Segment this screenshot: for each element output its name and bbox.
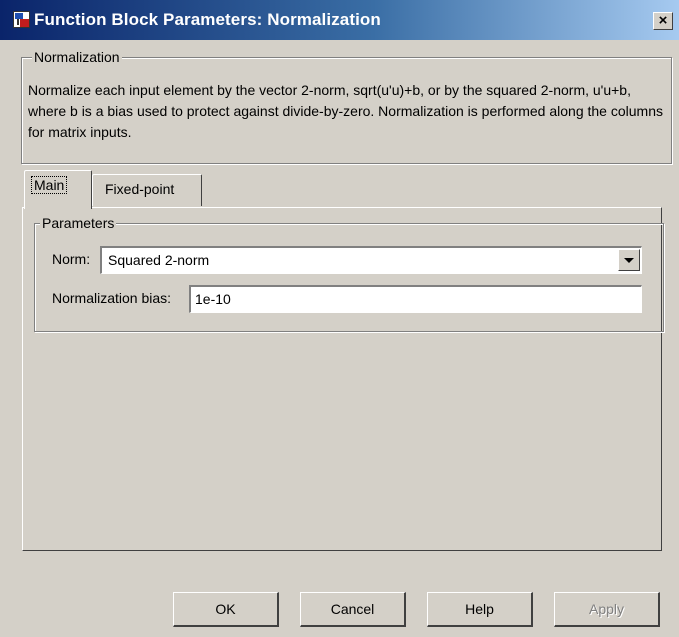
norm-selected-value: Squared 2-norm	[108, 252, 210, 268]
tab-fixed-point-label: Fixed-point	[105, 181, 175, 197]
normalization-bias-label: Normalization bias:	[52, 290, 172, 306]
ok-button[interactable]: OK	[173, 592, 279, 627]
block-description: Normalize each input element by the vect…	[28, 82, 663, 140]
apply-button[interactable]: Apply	[554, 592, 660, 627]
dialog-window: Function Block Parameters: Normalization…	[0, 0, 679, 637]
normalization-bias-input[interactable]: 1e-10	[189, 285, 642, 313]
title-bar[interactable]: Function Block Parameters: Normalization…	[0, 0, 679, 40]
simulink-block-icon	[13, 11, 30, 28]
parameters-groupbox	[34, 223, 664, 332]
normalization-legend: Normalization	[32, 49, 122, 65]
tab-main[interactable]: Main	[24, 170, 92, 209]
tab-main-label: Main	[30, 176, 68, 194]
cancel-button[interactable]: Cancel	[300, 592, 406, 627]
chevron-down-icon	[624, 258, 634, 263]
norm-dropdown[interactable]: Squared 2-norm	[100, 246, 642, 274]
tab-fixed-point[interactable]: Fixed-point	[92, 174, 202, 206]
close-button[interactable]: ×	[653, 12, 673, 30]
parameters-legend: Parameters	[40, 215, 117, 231]
norm-label: Norm:	[52, 251, 91, 267]
window-title: Function Block Parameters: Normalization	[34, 10, 381, 29]
help-button[interactable]: Help	[427, 592, 533, 627]
dropdown-arrow-button[interactable]	[618, 249, 640, 271]
close-icon: ×	[658, 12, 668, 29]
